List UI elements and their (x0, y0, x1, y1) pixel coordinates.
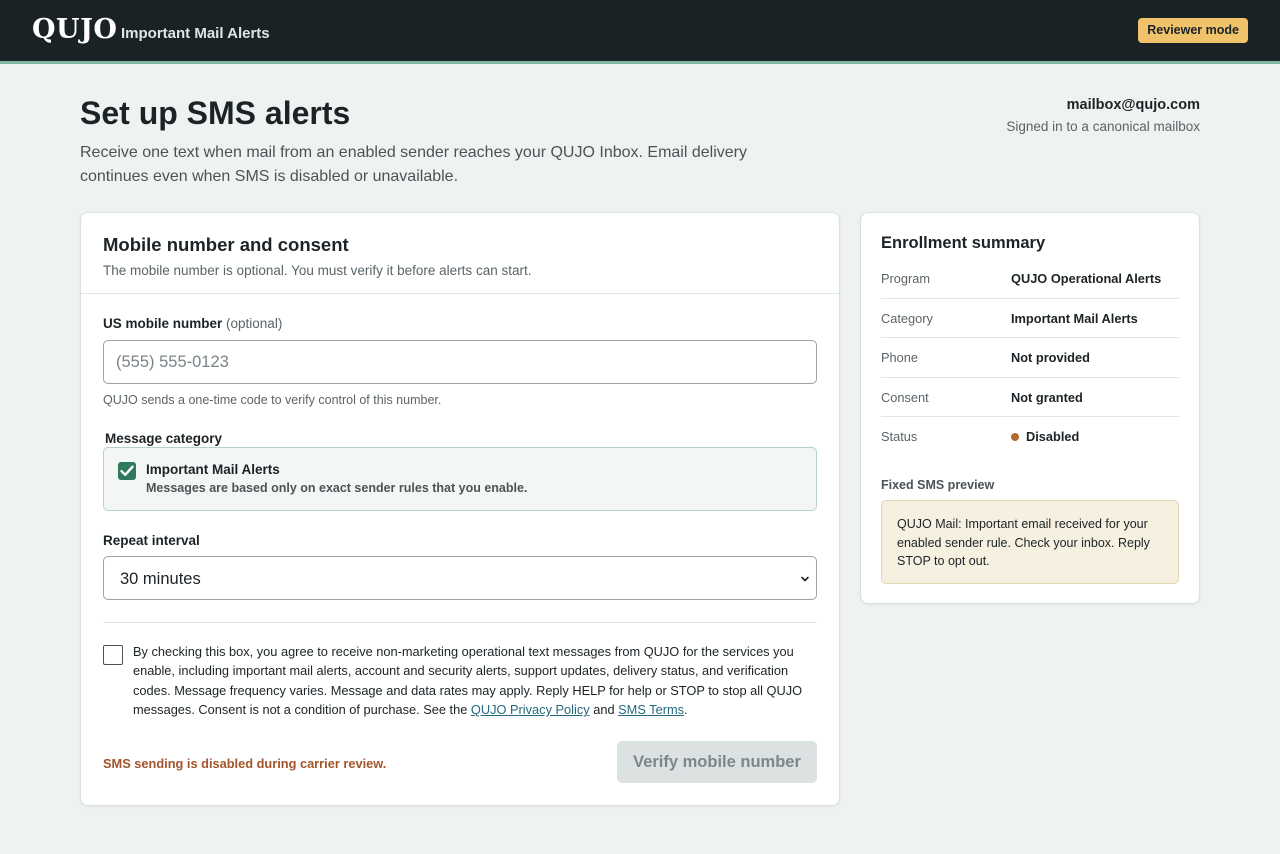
interval-value: 30 minutes (120, 570, 201, 588)
summary-key: Status (881, 429, 918, 444)
phone-input[interactable] (103, 340, 817, 384)
category-label: Message category (105, 431, 223, 446)
sms-preview-box: QUJO Mail: Important email received for … (881, 500, 1179, 584)
phone-optional-text: (optional) (226, 316, 283, 331)
summary-key: Program (881, 271, 931, 286)
summary-title: Enrollment summary (881, 234, 1046, 252)
summary-value: Important Mail Alerts (1011, 310, 1138, 326)
summary-key: Category (881, 310, 933, 326)
interval-label: Repeat interval (103, 533, 200, 548)
summary-row-consent: Consent Not granted (881, 378, 1179, 417)
category-title: Important Mail Alerts (146, 462, 280, 477)
reviewer-mode-badge: Reviewer mode (1138, 18, 1248, 43)
top-bar: QUJO Important Mail Alerts Reviewer mode (0, 0, 1280, 64)
category-option[interactable]: Important Mail Alerts Messages are based… (103, 447, 817, 511)
status-text: Disabled (1026, 429, 1080, 444)
consent-end: . (684, 702, 688, 718)
status-dot-icon (1011, 433, 1019, 441)
category-description: Messages are based only on exact sender … (146, 481, 528, 495)
summary-row-status: Status Disabled (881, 417, 1179, 457)
summary-row-phone: Phone Not provided (881, 338, 1179, 378)
enrollment-summary-card: Enrollment summary Program QUJO Operatio… (860, 212, 1200, 604)
account-info: mailbox@qujo.com Signed in to a canonica… (1006, 97, 1200, 134)
app-name: Important Mail Alerts (121, 25, 270, 42)
summary-row-program: Program QUJO Operational Alerts (881, 259, 1179, 299)
consent-text: By checking this box, you agree to recei… (133, 642, 823, 720)
card-header: Mobile number and consent The mobile num… (81, 213, 839, 294)
repeat-interval-select[interactable]: 30 minutes (103, 556, 817, 600)
status-value: Disabled (1011, 429, 1079, 444)
summary-value: Not provided (1011, 350, 1090, 365)
sms-terms-link[interactable]: SMS Terms (618, 702, 684, 717)
check-icon (120, 465, 134, 476)
summary-key: Phone (881, 350, 919, 365)
category-checkbox[interactable] (118, 462, 136, 480)
page-title: Set up SMS alerts (80, 95, 351, 131)
mobile-consent-card: Mobile number and consent The mobile num… (80, 212, 840, 806)
qujo-logo[interactable]: QUJO (32, 14, 117, 45)
summary-value: QUJO Operational Alerts (1011, 271, 1162, 286)
sms-preview-label: Fixed SMS preview (881, 478, 995, 492)
account-subtitle: Signed in to a canonical mailbox (1006, 119, 1200, 134)
divider (103, 622, 817, 623)
verify-mobile-button[interactable]: Verify mobile number (617, 741, 817, 783)
page-description: Receive one text when mail from an enabl… (80, 144, 747, 185)
phone-label: US mobile number (optional) (103, 316, 282, 331)
phone-hint: QUJO sends a one-time code to verify con… (103, 393, 442, 407)
consent-and: and (589, 702, 619, 718)
account-email: mailbox@qujo.com (1066, 97, 1200, 113)
summary-key: Consent (881, 389, 929, 405)
card-subtitle: The mobile number is optional. You must … (103, 263, 532, 278)
privacy-policy-link[interactable]: QUJO Privacy Policy (471, 702, 590, 717)
consent-checkbox[interactable] (103, 645, 123, 665)
phone-label-text: US mobile number (103, 316, 223, 331)
summary-row-category: Category Important Mail Alerts (881, 299, 1179, 338)
summary-rows: Program QUJO Operational Alerts Category… (881, 259, 1179, 457)
summary-value: Not granted (1011, 389, 1083, 405)
carrier-review-warning: SMS sending is disabled during carrier r… (103, 756, 387, 771)
consent-body: By checking this box, you agree to recei… (133, 644, 803, 718)
card-title: Mobile number and consent (103, 234, 349, 255)
chevron-down-icon (801, 576, 809, 582)
